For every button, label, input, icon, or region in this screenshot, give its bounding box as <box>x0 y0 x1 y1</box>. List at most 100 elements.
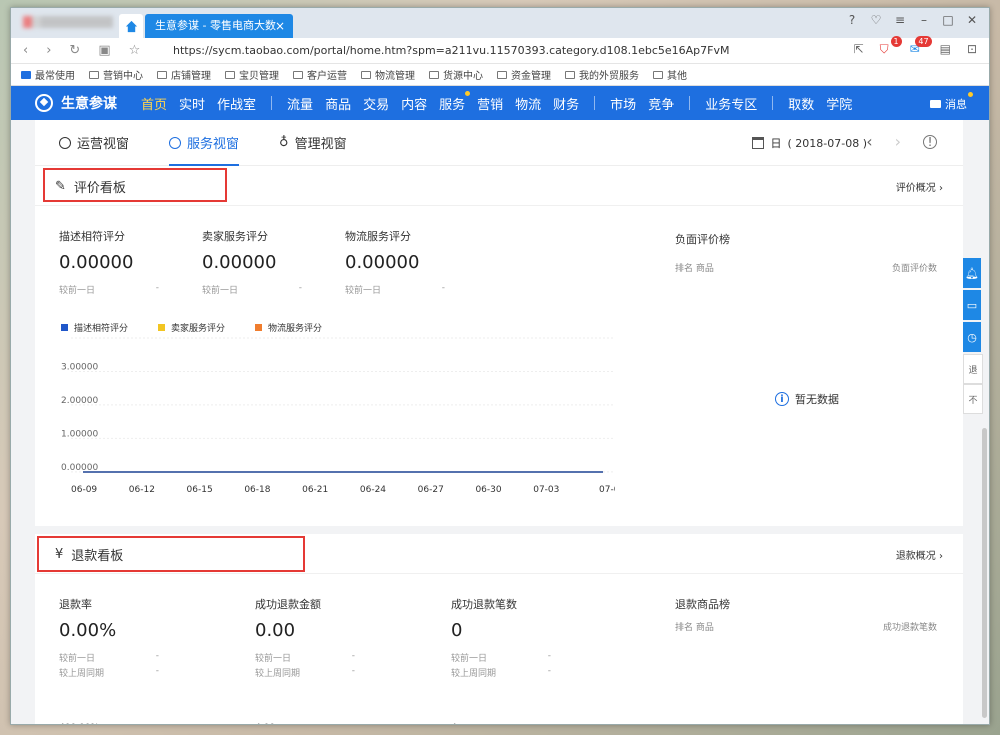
refresh-icon[interactable]: ↻ <box>69 43 80 58</box>
metric-value: 0.00000 <box>202 252 277 273</box>
scrollbar[interactable] <box>982 428 987 718</box>
nav-item[interactable]: 业务专区 <box>699 94 763 113</box>
bell-icon[interactable]: 🔔︎ <box>963 258 981 288</box>
review-line-chart: 4.000003.000002.000001.000000.0000006-09… <box>61 336 615 495</box>
minimize-icon[interactable]: – <box>917 13 931 27</box>
float-partial-1[interactable]: 退 <box>963 354 983 384</box>
close-icon[interactable]: × <box>275 14 285 38</box>
x-tick-label: 06-27 <box>418 485 444 495</box>
bookmark-item[interactable]: 资金管理 <box>497 67 551 82</box>
title-bar: 生意参谋 - 零售电商大数 × ? ♡ ≡ – □ ✕ <box>11 8 989 38</box>
review-link-text: 评价概况 <box>895 183 936 194</box>
user-account-blurred[interactable] <box>23 16 113 28</box>
metric-label: 物流服务评分 <box>345 230 411 243</box>
refund-panel-header: ¥ 退款看板 退款概况 › <box>35 534 963 574</box>
nav-item[interactable]: 流量 <box>281 94 319 113</box>
forward-icon[interactable]: › <box>46 43 51 58</box>
timer-icon[interactable]: ◷ <box>963 322 981 352</box>
review-panel-header: ✎ 评价看板 评价概况 › <box>35 166 963 206</box>
metric-compare: 较上周同期 - <box>59 666 159 679</box>
tab-sycm[interactable]: 生意参谋 - 零售电商大数 × <box>145 14 293 38</box>
nav-item[interactable]: 物流 <box>509 94 547 113</box>
next-date-icon[interactable]: › <box>895 132 901 151</box>
star-icon[interactable]: ☆ <box>129 43 141 58</box>
nav-item[interactable]: 竞争 <box>642 94 680 113</box>
legend-item[interactable]: 卖家服务评分 <box>158 321 225 334</box>
x-tick-label: 06-18 <box>244 485 270 495</box>
bookmark-item[interactable]: 宝贝管理 <box>225 67 279 82</box>
view-tabs: 运营视窗 服务视窗 ♁ 管理视窗 日 ( 2018-07-08 ) ‹ › ! <box>35 120 963 166</box>
menu-icon[interactable]: ≡ <box>893 13 907 27</box>
tab-label: 服务视窗 <box>187 137 240 152</box>
float-partial-2[interactable]: 不 <box>963 384 983 414</box>
prev-date-icon[interactable]: ‹ <box>866 132 872 151</box>
x-tick-label: 06-09 <box>71 485 97 495</box>
review-metric: 卖家服务评分 0.00000 较前一日 - <box>202 228 302 296</box>
brand-logo[interactable]: 生意参谋 <box>35 93 117 113</box>
help-icon[interactable]: ? <box>845 13 859 27</box>
mail-icon[interactable]: ✉ 47 <box>910 36 932 56</box>
back-icon[interactable]: ‹ <box>23 43 28 58</box>
refund-overview-link[interactable]: 退款概况 › <box>896 547 943 562</box>
tab-service-view[interactable]: 服务视窗 <box>169 120 240 166</box>
tab-label: 运营视窗 <box>77 137 130 152</box>
bookmark-item[interactable]: 营销中心 <box>89 67 143 82</box>
shield-icon[interactable]: ⛉ 1 <box>880 36 902 56</box>
edit-icon: ✎ <box>55 179 66 194</box>
legend-label: 描述相符评分 <box>74 324 129 334</box>
nav-item[interactable]: 首页 <box>135 94 173 113</box>
nav-item[interactable]: 取数 <box>782 94 820 113</box>
tab-management-view[interactable]: ♁ 管理视窗 <box>279 120 347 166</box>
bookmark-label: 我的外贸服务 <box>579 71 639 82</box>
bookmark-label: 物流管理 <box>375 71 415 82</box>
refund-metric: 退款率 0.00% 较前一日- 较上周同期- 400.00% <box>59 596 159 724</box>
negative-rank-columns: 排名 商品 负面评价数 <box>675 261 937 274</box>
nav-item[interactable]: 交易 <box>357 94 395 113</box>
bookmark-item[interactable]: 货源中心 <box>429 67 483 82</box>
chat-icon[interactable]: ▭ <box>963 290 981 320</box>
nav-item[interactable]: 内容 <box>395 94 433 113</box>
nav-separator <box>594 96 596 110</box>
bookmark-item[interactable]: 客户运营 <box>293 67 347 82</box>
date-value: ( 2018-07-08 ) <box>787 136 867 150</box>
bookmark-item[interactable]: 其他 <box>653 67 687 82</box>
nav-item[interactable]: 营销 <box>471 94 509 113</box>
legend-label: 物流服务评分 <box>268 324 323 334</box>
nav-item[interactable]: 市场 <box>604 94 642 113</box>
nav-item[interactable]: 财务 <box>547 94 585 113</box>
message-dot <box>968 92 973 97</box>
home-tab[interactable] <box>119 14 143 38</box>
info-icon[interactable]: ! <box>923 135 937 149</box>
share-icon[interactable]: ⇱ <box>854 42 864 56</box>
message-button[interactable]: 消息 <box>930 92 973 112</box>
bookmark-item[interactable]: 最常使用 <box>21 67 75 82</box>
bookmark-label: 营销中心 <box>103 71 143 82</box>
bookmark-item[interactable]: 店铺管理 <box>157 67 211 82</box>
legend-item[interactable]: 描述相符评分 <box>61 321 128 334</box>
review-title: ✎ 评价看板 <box>55 177 126 196</box>
brand-name: 生意参谋 <box>61 96 117 112</box>
lock-icon[interactable]: ⊡ <box>967 42 977 56</box>
url-field[interactable]: https://sycm.taobao.com/portal/home.htm?… <box>173 44 730 57</box>
nav-item[interactable]: 学院 <box>820 94 858 113</box>
date-picker[interactable]: 日 ( 2018-07-08 ) <box>752 135 867 151</box>
chart-legend: 描述相符评分 卖家服务评分 物流服务评分 <box>61 321 322 334</box>
screenshot-icon[interactable]: ▣ <box>98 43 110 58</box>
tab-label: 管理视窗 <box>294 137 347 152</box>
bookmark-item[interactable]: 我的外贸服务 <box>565 67 639 82</box>
review-overview-link[interactable]: 评价概况 › <box>896 179 943 194</box>
tab-operations-view[interactable]: 运营视窗 <box>59 120 129 166</box>
nav-item[interactable]: 服务 <box>433 90 471 113</box>
metric-label: 成功退款金额 <box>255 598 321 611</box>
maximize-icon[interactable]: □ <box>941 13 955 27</box>
skin-icon[interactable]: ♡ <box>869 13 883 27</box>
nav-item[interactable]: 实时 <box>173 94 211 113</box>
reader-icon[interactable]: ▤ <box>940 42 951 56</box>
bookmark-item[interactable]: 物流管理 <box>361 67 415 82</box>
bookmark-label: 店铺管理 <box>171 71 211 82</box>
address-bar: ‹ › ↻ ▣ ☆ https://sycm.taobao.com/portal… <box>11 36 989 64</box>
window-close-icon[interactable]: ✕ <box>965 13 979 27</box>
nav-item[interactable]: 作战室 <box>211 94 262 113</box>
legend-item[interactable]: 物流服务评分 <box>255 321 322 334</box>
nav-item[interactable]: 商品 <box>319 94 357 113</box>
